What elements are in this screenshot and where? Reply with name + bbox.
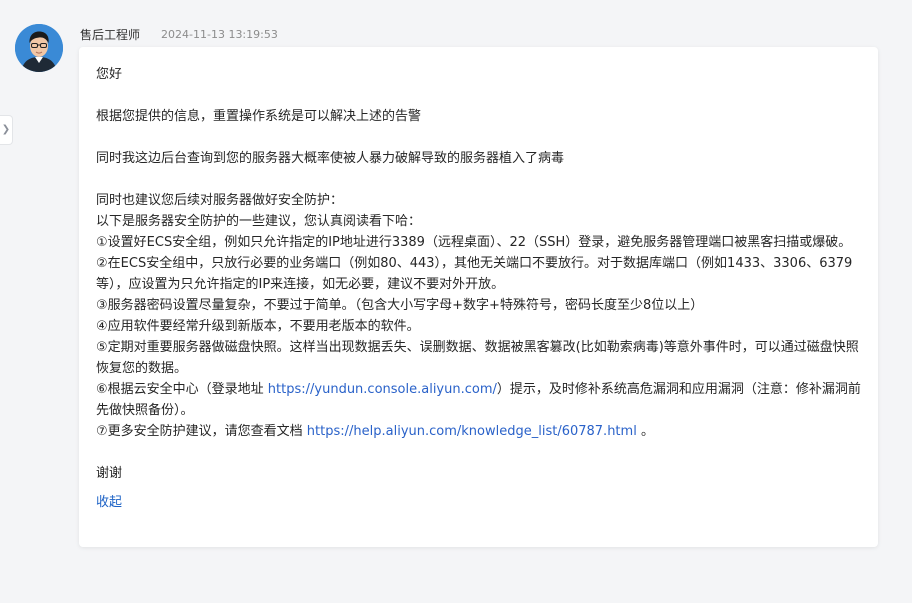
help-doc-link[interactable]: https://help.aliyun.com/knowledge_list/6… <box>307 424 637 439</box>
advice-item-6: ⑥根据云安全中心（登录地址 https://yundun.console.ali… <box>96 379 861 421</box>
side-panel-toggle[interactable]: ❯ <box>0 115 13 145</box>
greeting-text: 您好 <box>96 67 123 82</box>
engineer-avatar-icon <box>15 24 63 72</box>
advice-item-3: ③服务器密码设置尽量复杂，不要过于简单。（包含大小写字母+数字+特殊符号，密码长… <box>96 298 704 313</box>
advice-item-4: ④应用软件要经常升级到新版本，不要用老版本的软件。 <box>96 319 420 334</box>
advice-intro: 同时也建议您后续对服务器做好安全防护： <box>96 193 344 208</box>
message-meta: 售后工程师 2024-11-13 13:19:53 <box>80 25 278 43</box>
avatar <box>15 24 63 72</box>
sender-name: 售后工程师 <box>80 27 141 42</box>
advice-item-5: ⑤定期对重要服务器做磁盘快照。这样当出现数据丢失、误删数据、数据被黑客篡改(比如… <box>96 340 859 376</box>
security-center-link[interactable]: https://yundun.console.aliyun.com/ <box>268 382 497 397</box>
advice-item-7: ⑦更多安全防护建议，请您查看文档 https://help.aliyun.com… <box>96 421 861 442</box>
chat-page: ❯ 售后工程师 2024-11-13 13:19:53 您好 根据您提供的信息，… <box>0 0 912 603</box>
chevron-right-icon: ❯ <box>1 124 11 135</box>
paragraph-virus-detected: 同时我这边后台查询到您的服务器大概率使被人暴力破解导致的服务器植入了病毒 <box>96 151 565 166</box>
advice-item-7-prefix: ⑦更多安全防护建议，请您查看文档 <box>96 424 307 439</box>
thanks-text: 谢谢 <box>96 466 123 481</box>
message-timestamp: 2024-11-13 13:19:53 <box>161 27 278 41</box>
advice-item-1: ①设置好ECS安全组，例如只允许指定的IP地址进行3389（远程桌面）、22（S… <box>96 235 852 250</box>
collapse-button[interactable]: 收起 <box>96 492 122 513</box>
advice-item-7-suffix: 。 <box>636 424 654 439</box>
advice-subtitle: 以下是服务器安全防护的一些建议，您认真阅读看下哈： <box>96 214 422 229</box>
advice-item-2: ②在ECS安全组中，只放行必要的业务端口（例如80、443），其他无关端口不要放… <box>96 256 853 292</box>
paragraph-reset-os: 根据您提供的信息，重置操作系统是可以解决上述的告警 <box>96 109 422 124</box>
message-bubble: 您好 根据您提供的信息，重置操作系统是可以解决上述的告警 同时我这边后台查询到您… <box>79 47 878 547</box>
advice-item-6-prefix: ⑥根据云安全中心（登录地址 <box>96 382 268 397</box>
